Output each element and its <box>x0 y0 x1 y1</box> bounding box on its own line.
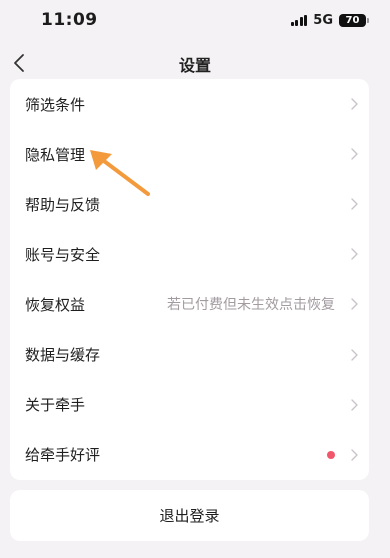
settings-item-data[interactable]: 数据与缓存 <box>10 329 369 379</box>
page-title: 设置 <box>178 56 211 75</box>
chevron-right-icon <box>349 398 359 412</box>
settings-item-label: 帮助与反馈 <box>25 195 101 214</box>
chevron-right-icon <box>349 348 359 362</box>
settings-item-label: 关于牵手 <box>25 396 86 415</box>
battery-level: 70 <box>345 15 360 26</box>
settings-item-about[interactable]: 关于牵手 <box>10 380 369 430</box>
settings-item-account[interactable]: 账号与安全 <box>10 229 369 279</box>
status-indicators: 5G 70 <box>290 13 369 28</box>
settings-item-label: 恢复权益 <box>25 295 86 314</box>
nav-bar: 设置 <box>0 44 390 82</box>
chevron-right-icon <box>349 97 359 111</box>
settings-list: 筛选条件 隐私管理 帮助与反馈 账号与安全 恢复权益 若已付费但未生效点击恢复 … <box>10 79 369 480</box>
chevron-right-icon <box>349 147 359 161</box>
chevron-right-icon <box>349 197 359 211</box>
settings-item-filter[interactable]: 筛选条件 <box>10 79 369 129</box>
battery-icon: 70 <box>339 14 369 27</box>
settings-item-label: 筛选条件 <box>25 95 86 114</box>
logout-label: 退出登录 <box>159 507 220 525</box>
settings-item-privacy[interactable]: 隐私管理 <box>10 129 369 179</box>
settings-item-rate[interactable]: 给牵手好评 <box>10 430 369 480</box>
settings-item-help[interactable]: 帮助与反馈 <box>10 179 369 229</box>
settings-item-label: 隐私管理 <box>25 145 86 164</box>
status-bar: 11:09 5G 70 <box>0 0 390 44</box>
settings-item-label: 账号与安全 <box>25 245 101 264</box>
chevron-right-icon <box>349 247 359 261</box>
chevron-right-icon <box>349 297 359 311</box>
status-time: 11:09 <box>41 10 98 30</box>
restore-hint: 若已付费但未生效点击恢复 <box>167 297 335 314</box>
network-type: 5G <box>313 13 333 28</box>
logout-button[interactable]: 退出登录 <box>10 490 369 541</box>
settings-item-restore[interactable]: 恢复权益 若已付费但未生效点击恢复 <box>10 279 369 329</box>
notification-dot <box>327 450 335 459</box>
signal-icon <box>290 15 308 26</box>
settings-item-label: 给牵手好评 <box>25 446 101 465</box>
chevron-right-icon <box>349 448 359 462</box>
settings-item-label: 数据与缓存 <box>25 346 101 365</box>
